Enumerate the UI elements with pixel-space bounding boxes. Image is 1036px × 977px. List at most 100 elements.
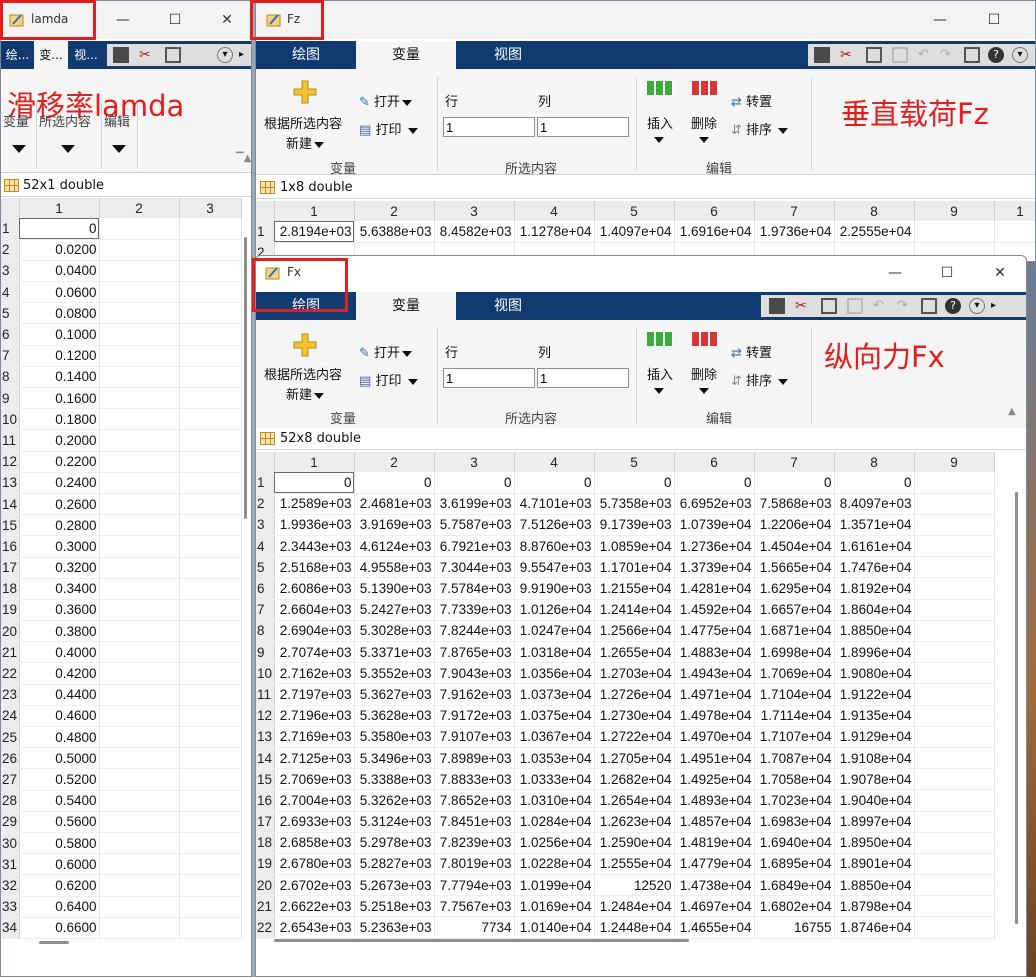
row-header[interactable]: 10 (256, 662, 275, 685)
new-from-selection-button-line2[interactable]: 新建 (286, 133, 325, 152)
table-cell[interactable]: 3.6199e+03 (434, 493, 515, 515)
fx-titlebar[interactable]: Fx — ☐ ✕ (256, 256, 1026, 290)
table-cell[interactable] (914, 472, 995, 494)
table-cell[interactable] (914, 556, 995, 579)
table-cell[interactable]: 1.4738e+04 (674, 874, 755, 897)
new-from-selection-icon[interactable] (292, 332, 318, 358)
table-cell[interactable]: 0.4200 (19, 662, 100, 685)
lamda-vscroll[interactable] (244, 237, 247, 519)
table-cell[interactable]: 1.0353e+04 (514, 747, 595, 770)
row-header[interactable]: 22 (1, 662, 20, 685)
collapse-ribbon-icon[interactable]: ▲ (1008, 406, 1016, 417)
table-cell[interactable]: 1.2682e+04 (594, 768, 675, 791)
row-header[interactable]: 30 (1, 832, 20, 855)
table-cell[interactable]: 1.8192e+04 (834, 577, 915, 600)
table-cell[interactable]: 1.0199e+04 (514, 874, 595, 897)
row-header[interactable]: 1 (256, 472, 275, 494)
table-cell[interactable] (914, 747, 995, 770)
column-header[interactable]: 1 (274, 201, 355, 221)
table-cell[interactable]: 0.3600 (19, 599, 100, 622)
table-cell[interactable] (99, 345, 180, 367)
table-cell[interactable] (99, 662, 180, 685)
table-cell[interactable]: 1.9080e+04 (834, 662, 915, 685)
copy-icon[interactable] (821, 298, 837, 314)
row-header[interactable]: 16 (1, 535, 20, 558)
save-icon[interactable] (814, 47, 830, 63)
table-cell[interactable]: 0.0600 (19, 281, 100, 304)
table-cell[interactable]: 5.2518e+03 (354, 895, 435, 918)
save-icon[interactable] (113, 47, 129, 63)
cut-icon[interactable]: ✂ (139, 47, 155, 63)
table-cell[interactable]: 1.4697e+04 (674, 895, 755, 918)
row-header[interactable]: 9 (256, 641, 275, 664)
table-cell[interactable]: 2.6933e+03 (274, 811, 355, 833)
table-cell[interactable]: 1.2206e+04 (754, 514, 835, 537)
table-cell[interactable]: 2.2555e+04 (834, 221, 915, 243)
table-cell[interactable]: 1.2623e+04 (594, 811, 675, 833)
table-cell[interactable] (179, 705, 242, 728)
table-cell[interactable]: 1.6983e+04 (754, 811, 835, 833)
table-cell[interactable]: 0.3800 (19, 620, 100, 643)
table-cell[interactable] (99, 451, 180, 473)
table-cell[interactable] (179, 302, 242, 325)
insert-dropdown-icon[interactable] (654, 388, 664, 394)
table-cell[interactable] (179, 514, 242, 537)
column-header[interactable]: 5 (594, 201, 675, 221)
table-cell[interactable] (914, 874, 995, 897)
table-cell[interactable]: 1.4775e+04 (674, 620, 755, 643)
table-cell[interactable] (914, 620, 995, 643)
row-header[interactable]: 15 (1, 514, 20, 537)
table-cell[interactable]: 1.6940e+04 (754, 832, 835, 854)
row-header[interactable]: 12 (1, 451, 20, 473)
edit-dropdown-icon[interactable] (112, 145, 126, 153)
table-cell[interactable]: 1.0367e+04 (514, 726, 595, 748)
table-cell[interactable]: 2.6702e+03 (274, 874, 355, 897)
row-header[interactable]: 22 (256, 916, 275, 939)
table-cell[interactable] (179, 387, 242, 410)
table-cell[interactable]: 1.9040e+04 (834, 789, 915, 812)
table-cell[interactable]: 1.2655e+04 (594, 641, 675, 664)
column-header[interactable]: 6 (674, 201, 755, 221)
row-header[interactable]: 5 (256, 556, 275, 579)
column-header[interactable]: 2 (354, 452, 435, 472)
column-header[interactable]: 1 (19, 198, 100, 218)
fx-vscroll[interactable] (1015, 492, 1018, 924)
table-cell[interactable]: 8.4097e+03 (834, 493, 915, 515)
table-cell[interactable] (99, 218, 180, 240)
row-header[interactable]: 13 (1, 472, 20, 494)
row-header[interactable]: 8 (256, 620, 275, 643)
table-cell[interactable]: 1.4951e+04 (674, 747, 755, 770)
table-cell[interactable]: 1.2414e+04 (594, 599, 675, 621)
column-header[interactable]: 3 (434, 201, 515, 221)
row-header[interactable]: 1 (256, 221, 275, 243)
table-cell[interactable]: 2.7004e+03 (274, 789, 355, 812)
col-input[interactable] (537, 368, 629, 388)
table-cell[interactable]: 2.6604e+03 (274, 599, 355, 621)
row-header[interactable]: 2 (256, 493, 275, 515)
table-cell[interactable]: 1.8950e+04 (834, 832, 915, 854)
row-header[interactable]: 33 (1, 896, 20, 918)
table-cell[interactable]: 1.8901e+04 (834, 853, 915, 876)
table-cell[interactable] (99, 535, 180, 558)
table-cell[interactable]: 0.5800 (19, 832, 100, 855)
table-cell[interactable]: 0.2600 (19, 493, 100, 516)
table-cell[interactable]: 2.6622e+03 (274, 895, 355, 918)
table-cell[interactable] (179, 832, 242, 855)
table-cell[interactable] (99, 323, 180, 346)
table-cell[interactable]: 7.5784e+03 (434, 577, 515, 600)
table-cell[interactable]: 0.4800 (19, 726, 100, 749)
row-header[interactable]: 8 (1, 366, 20, 389)
table-cell[interactable]: 1.0375e+04 (514, 705, 595, 727)
sort-button[interactable]: ⇵ 排序 (731, 119, 789, 138)
table-cell[interactable] (99, 832, 180, 855)
row-header[interactable]: 17 (1, 557, 20, 579)
table-cell[interactable] (914, 705, 995, 727)
delete-dropdown-icon[interactable] (699, 388, 709, 394)
column-header[interactable]: 6 (674, 452, 755, 472)
table-cell[interactable]: 7.9162e+03 (434, 683, 515, 706)
table-cell[interactable] (99, 472, 180, 494)
table-cell[interactable] (99, 641, 180, 664)
table-cell[interactable]: 1.4970e+04 (674, 726, 755, 748)
table-cell[interactable]: 7.8239e+03 (434, 832, 515, 854)
table-cell[interactable]: 1.9135e+04 (834, 705, 915, 727)
